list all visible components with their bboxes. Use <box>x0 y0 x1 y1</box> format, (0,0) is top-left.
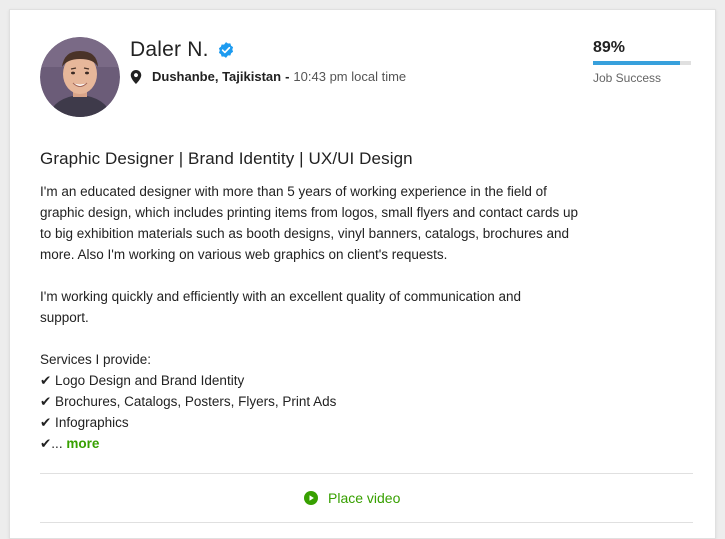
location-row: Dushanbe, Tajikistan - 10:43 pm local ti… <box>130 69 406 84</box>
overview-line: graphic design, which includes printing … <box>40 205 579 220</box>
job-success-label: Job Success <box>593 71 662 85</box>
avatar-photo <box>40 37 120 117</box>
profile-overview: I'm an educated designer with more than … <box>40 181 680 454</box>
truncated-line: ✔... more <box>40 433 680 454</box>
divider <box>40 522 693 523</box>
service-item: ✔ Brochures, Catalogs, Posters, Flyers, … <box>40 394 337 409</box>
job-success-bar <box>593 61 691 65</box>
profile-title: Graphic Designer | Brand Identity | UX/U… <box>40 149 413 168</box>
divider <box>40 473 693 474</box>
place-video-label: Place video <box>328 490 401 506</box>
freelancer-profile-card: Daler N. Dushanbe, Tajikistan - 10:43 pm… <box>9 9 716 539</box>
local-time: 10:43 pm local time <box>293 69 407 84</box>
freelancer-name: Daler N. <box>130 38 209 61</box>
service-item: ✔ Infographics <box>40 415 129 430</box>
service-item: ✔ Logo Design and Brand Identity <box>40 373 245 388</box>
avatar[interactable] <box>40 37 120 117</box>
job-success-widget[interactable]: 89% Job Success <box>593 39 693 85</box>
overview-line: I'm working quickly and efficiently with… <box>40 289 522 304</box>
place-video-button[interactable]: Place video <box>304 490 400 506</box>
job-success-percent: 89% <box>593 39 626 56</box>
truncated-prefix: ✔... <box>40 436 63 451</box>
location-separator: - <box>285 69 290 84</box>
verified-badge-icon <box>218 42 233 58</box>
services-heading: Services I provide: <box>40 352 152 367</box>
overview-line: support. <box>40 310 89 325</box>
overview-line: to big exhibition materials such as boot… <box>40 226 570 241</box>
overview-line: I'm an educated designer with more than … <box>40 184 547 199</box>
more-link[interactable]: more <box>66 436 99 451</box>
location-text: Dushanbe, Tajikistan <box>152 69 282 84</box>
job-success-bar-fill <box>593 61 681 65</box>
overview-line: more. Also I'm working on various web gr… <box>40 247 448 262</box>
name-row: Daler N. <box>130 38 235 62</box>
map-pin-icon <box>130 69 142 84</box>
play-circle-icon <box>304 491 318 505</box>
